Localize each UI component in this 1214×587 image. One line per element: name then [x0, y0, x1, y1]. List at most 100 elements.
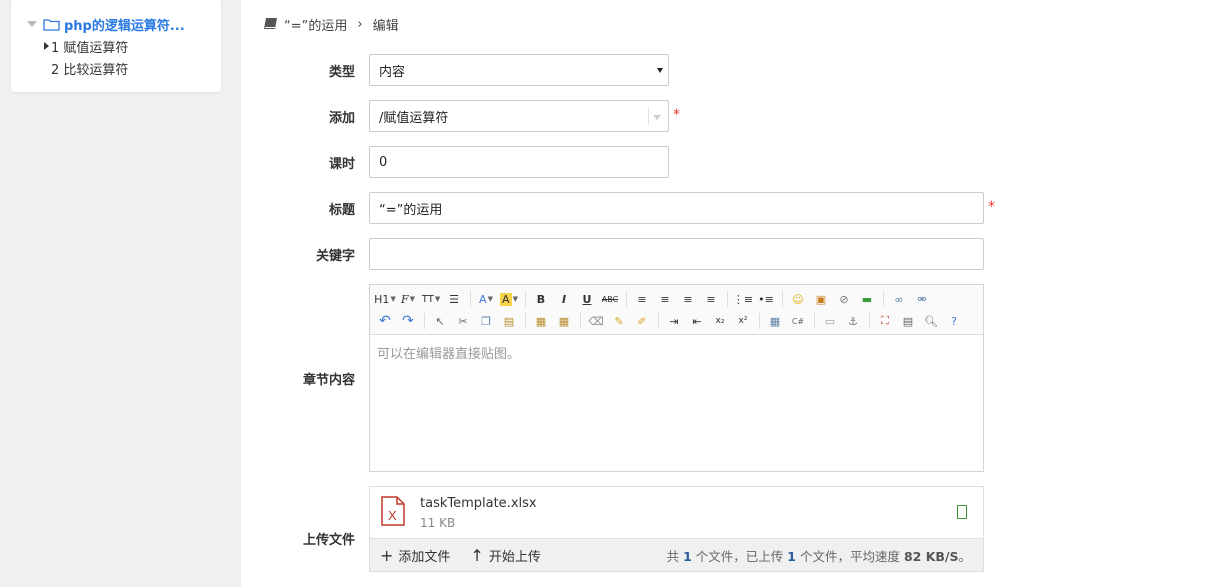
font-family-button[interactable]: F ▼: [397, 289, 419, 309]
clear-format-icon[interactable]: ✐: [631, 311, 653, 331]
dropdown-arrow-icon: ▼: [390, 295, 396, 303]
preview-icon[interactable]: 🔍︎: [920, 311, 942, 331]
toolbar-separator: [470, 291, 471, 307]
breadcrumb: “=”的运用 › 编辑: [263, 14, 399, 34]
book-icon: [263, 17, 278, 31]
heading-label: H1: [374, 292, 390, 306]
title-input[interactable]: “=”的运用: [369, 192, 984, 224]
tree-item-label[interactable]: 1 赋值运算符: [51, 37, 128, 56]
start-upload-button[interactable]: ↑ 开始上传: [470, 546, 540, 565]
dropdown-arrow-icon: ▼: [409, 295, 416, 303]
paste-icon[interactable]: ▤: [498, 311, 520, 331]
template-icon[interactable]: ▤: [897, 311, 919, 331]
toolbar-separator: [782, 291, 783, 307]
redo-icon[interactable]: ↷: [397, 311, 419, 331]
anchor-icon[interactable]: ⚓: [842, 311, 864, 331]
link-icon[interactable]: ∞: [888, 289, 910, 309]
course-tree-panel: php的逻辑运算符... 1 赋值运算符 2 比较运算符: [11, 0, 221, 92]
caret-right-icon[interactable]: [44, 42, 49, 50]
required-marker: *: [988, 199, 995, 215]
underline-icon[interactable]: U: [576, 289, 598, 309]
uploaded-file-item: X taskTemplate.xlsx 11 KB: [380, 496, 537, 530]
tree-item-comparison-operators[interactable]: 2 比较运算符: [51, 59, 128, 78]
paste-text-icon[interactable]: ▦: [530, 311, 552, 331]
select-divider: [648, 108, 649, 125]
ordered-list-icon[interactable]: ⋮≡: [732, 289, 754, 309]
editor-toolbar: H1 ▼ F ▼ TT ▼ ☰ A ▼ A ▼ B I U ABC ≡ ≡ ≡ ≡ ⋮≡ …: [370, 285, 983, 335]
editor-content-area[interactable]: 可以在编辑器直接贴图。: [370, 335, 983, 370]
table-icon[interactable]: ▦: [764, 311, 786, 331]
tree-root-node[interactable]: php的逻辑运算符...: [27, 15, 185, 34]
highlight-color-icon[interactable]: A ▼: [498, 289, 520, 309]
tree-item-label[interactable]: 2 比较运算符: [51, 59, 128, 78]
status-prefix: 共: [666, 548, 680, 564]
unlink-icon[interactable]: ⚮: [911, 289, 933, 309]
code-icon[interactable]: C#: [787, 311, 809, 331]
type-select[interactable]: 内容: [369, 54, 669, 86]
outdent-icon[interactable]: ⇤: [686, 311, 708, 331]
breadcrumb-parent[interactable]: “=”的运用: [284, 15, 347, 34]
page-break-icon[interactable]: ▭: [819, 311, 841, 331]
emoji-icon[interactable]: ☺: [787, 289, 809, 309]
format-brush-icon[interactable]: ✎: [608, 311, 630, 331]
line-height-icon[interactable]: ☰: [443, 289, 465, 309]
heading-button[interactable]: H1 ▼: [374, 289, 396, 309]
type-select-value: 内容: [379, 64, 406, 80]
status-mid1: 个文件，已上传: [695, 548, 784, 564]
font-size-label: TT: [421, 293, 434, 305]
folder-icon: [43, 18, 60, 31]
breadcrumb-current: 编辑: [372, 18, 399, 34]
align-left-icon[interactable]: ≡: [631, 289, 653, 309]
start-upload-label: 开始上传: [488, 549, 541, 565]
superscript-icon[interactable]: x²: [732, 311, 754, 331]
status-mid2: 个文件，平均速度: [799, 548, 900, 564]
align-justify-icon[interactable]: ≡: [700, 289, 722, 309]
dropdown-arrow-icon: ▼: [512, 295, 518, 303]
font-color-icon[interactable]: A ▼: [475, 289, 497, 309]
eraser-icon[interactable]: ⌫: [585, 311, 607, 331]
upload-status: 共 1 个文件，已上传 1 个文件，平均速度 82 KB/S。: [667, 546, 971, 565]
add-file-label: 添加文件: [398, 549, 451, 565]
dropdown-arrow-icon: [653, 115, 661, 120]
cut-icon[interactable]: ✂: [452, 311, 474, 331]
toolbar-separator: [869, 313, 870, 329]
hours-input[interactable]: 0: [369, 146, 669, 178]
bold-icon[interactable]: B: [530, 289, 552, 309]
add-file-button[interactable]: + 添加文件: [380, 546, 450, 565]
dropdown-arrow-icon: ▼: [434, 295, 441, 303]
paste-word-icon[interactable]: ▦: [553, 311, 575, 331]
subscript-icon[interactable]: x₂: [709, 311, 731, 331]
required-marker: *: [673, 107, 680, 123]
undo-icon[interactable]: ↶: [374, 311, 396, 331]
help-icon[interactable]: ?: [943, 311, 965, 331]
tree-item-assignment-operators[interactable]: 1 赋值运算符: [44, 37, 128, 56]
align-center-icon[interactable]: ≡: [654, 289, 676, 309]
add-select-value: /赋值运算符: [379, 110, 449, 126]
add-label: 添加: [328, 111, 355, 126]
align-right-icon[interactable]: ≡: [677, 289, 699, 309]
rich-text-editor[interactable]: H1 ▼ F ▼ TT ▼ ☰ A ▼ A ▼ B I U ABC ≡ ≡ ≡ ≡ ⋮≡ …: [369, 284, 984, 472]
caret-down-icon[interactable]: [27, 21, 37, 27]
font-size-button[interactable]: TT ▼: [420, 289, 442, 309]
indent-icon[interactable]: ⇥: [663, 311, 685, 331]
unordered-list-icon[interactable]: •≡: [755, 289, 777, 309]
hours-input-value: 0: [379, 154, 388, 170]
strikethrough-icon[interactable]: ABC: [599, 289, 621, 309]
keywords-input[interactable]: [369, 238, 984, 270]
attachment-icon[interactable]: ⊘: [833, 289, 855, 309]
file-size: 11 KB: [420, 516, 456, 530]
italic-icon[interactable]: I: [553, 289, 575, 309]
insert-line-icon[interactable]: ▬: [856, 289, 878, 309]
add-select[interactable]: /赋值运算符: [369, 100, 669, 132]
upload-speed: 82 KB/S: [903, 548, 959, 564]
image-icon[interactable]: ▣: [810, 289, 832, 309]
copy-icon[interactable]: ❐: [475, 311, 497, 331]
file-uploader: X taskTemplate.xlsx 11 KB + 添加文件 ↑ 开始上传 …: [369, 486, 984, 572]
toolbar-separator: [814, 313, 815, 329]
file-name: taskTemplate.xlsx: [420, 496, 537, 511]
arrow-up-icon: ↑: [470, 545, 484, 565]
fullscreen-icon[interactable]: ⛶: [874, 311, 896, 331]
tree-root-label[interactable]: php的逻辑运算符...: [64, 15, 185, 34]
content-label: 章节内容: [302, 373, 355, 388]
select-all-icon[interactable]: ↖: [429, 311, 451, 331]
